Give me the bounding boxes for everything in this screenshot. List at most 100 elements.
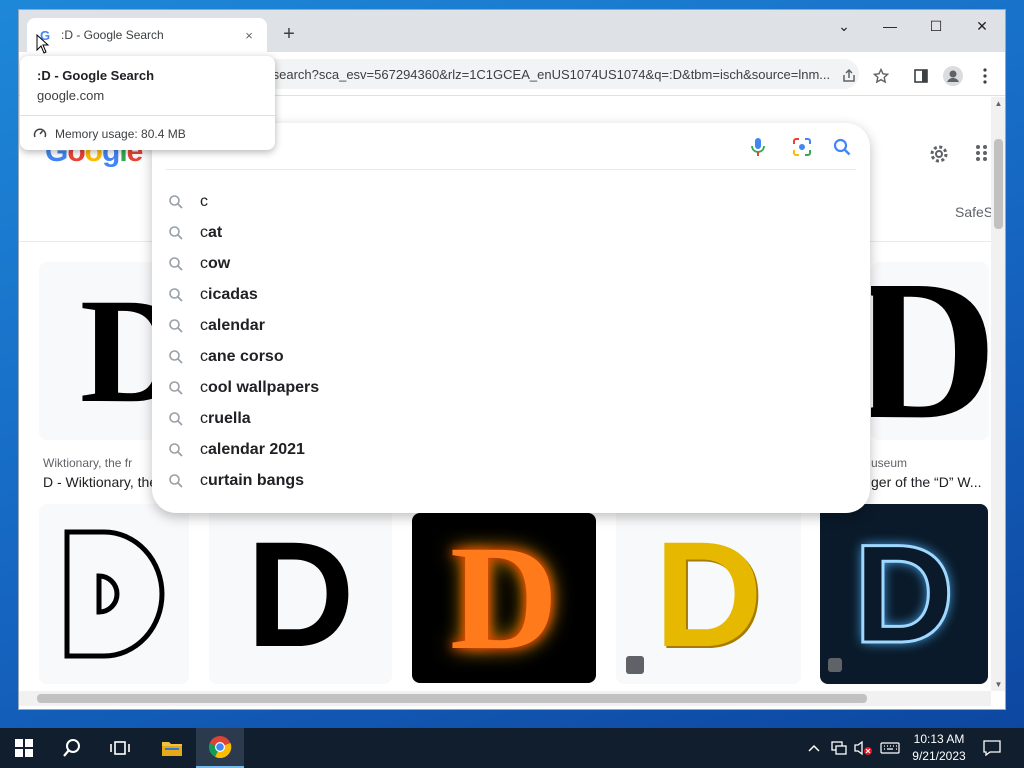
scroll-thumb[interactable] <box>994 139 1003 229</box>
gold-d-image: D <box>654 510 763 678</box>
memory-usage-label: Memory usage: 80.4 MB <box>55 127 186 141</box>
keyboard-icon[interactable] <box>878 728 902 768</box>
search-icon <box>169 349 183 364</box>
search-icon[interactable] <box>830 135 854 159</box>
search-icon <box>169 318 183 333</box>
suggestion-prefix: c <box>200 409 208 427</box>
suggestion-item[interactable]: calendar 2021 <box>152 434 870 465</box>
scroll-up-icon[interactable]: ▲ <box>991 99 1005 108</box>
address-bar[interactable]: /search?sca_esv=567294360&rlz=1C1GCEA_en… <box>199 59 859 89</box>
search-suggestions-dropdown: c c cat cow cicadas calendar cane corso … <box>152 123 870 513</box>
suggestion-item[interactable]: cool wallpapers <box>152 372 870 403</box>
result-title[interactable]: ger of the “D” W... <box>871 474 986 490</box>
search-icon <box>169 473 183 488</box>
scroll-down-icon[interactable]: ▼ <box>991 680 1005 689</box>
scroll-thumb[interactable] <box>37 694 867 703</box>
suggestion-prefix: c <box>200 223 208 241</box>
browser-window: G :D - Google Search × + ⌄ — ☐ ✕ /search… <box>18 9 1006 710</box>
lightning-d-image: D <box>852 515 956 672</box>
folder-icon <box>162 742 182 756</box>
maximize-button[interactable]: ☐ <box>913 10 959 42</box>
taskbar-search-button[interactable] <box>48 728 96 768</box>
letter-d-image: D <box>246 510 355 678</box>
task-view-button[interactable] <box>96 728 144 768</box>
suggestion-completion: ruella <box>208 409 251 427</box>
image-result[interactable]: D <box>209 504 392 684</box>
volume-muted-icon[interactable] <box>852 728 874 768</box>
bookmark-star-icon[interactable] <box>867 62 895 90</box>
image-result[interactable]: D <box>871 262 989 440</box>
image-result[interactable]: D <box>820 504 988 684</box>
taskbar: 10:13 AM 9/21/2023 <box>0 728 1024 768</box>
file-explorer-button[interactable] <box>148 728 196 768</box>
vertical-scrollbar[interactable]: ▲ ▼ <box>991 97 1005 691</box>
suggestion-completion: ane corso <box>208 347 284 365</box>
task-view-icon <box>110 741 130 755</box>
gear-icon[interactable] <box>927 143 951 167</box>
outlined-d-image <box>64 529 165 659</box>
horizontal-scrollbar[interactable] <box>19 691 991 706</box>
show-hidden-icons-chevron-icon[interactable] <box>804 728 824 768</box>
google-lens-icon[interactable] <box>790 135 814 159</box>
clock-date: 9/21/2023 <box>912 749 966 763</box>
suggestion-completion: alendar <box>208 316 265 334</box>
apps-grid-icon[interactable] <box>975 143 991 167</box>
suggestion-prefix: c <box>200 316 208 334</box>
start-button[interactable] <box>0 728 48 768</box>
suggestion-prefix: c <box>200 285 208 303</box>
chrome-taskbar-button[interactable] <box>196 728 244 768</box>
taskbar-clock[interactable]: 10:13 AM 9/21/2023 <box>906 731 972 765</box>
minimize-button[interactable]: — <box>867 10 913 42</box>
tab-google-search[interactable]: G :D - Google Search × <box>27 18 267 52</box>
memory-gauge-icon <box>33 128 47 138</box>
tab-hover-card: :D - Google Search google.com Memory usa… <box>20 56 275 150</box>
fire-d-image: D <box>449 515 559 681</box>
hover-card-domain: google.com <box>37 88 105 103</box>
suggestion-item[interactable]: c <box>152 186 870 217</box>
network-icon[interactable] <box>828 728 850 768</box>
search-icon <box>169 442 183 457</box>
suggestion-completion: urtain bangs <box>208 471 305 489</box>
letter-d-image: D <box>871 262 989 440</box>
suggestion-item[interactable]: cane corso <box>152 341 870 372</box>
search-icon <box>169 194 183 209</box>
browser-menu-icon[interactable] <box>971 62 999 90</box>
windows-logo-icon <box>15 739 33 757</box>
suggestion-prefix: c <box>200 440 208 458</box>
suggestion-item[interactable]: cicadas <box>152 279 870 310</box>
suggestion-item[interactable]: calendar <box>152 310 870 341</box>
suggestion-item[interactable]: cow <box>152 248 870 279</box>
tab-search-dropdown-icon[interactable]: ⌄ <box>821 10 867 42</box>
suggestion-prefix: c <box>200 192 208 210</box>
search-icon <box>169 380 183 395</box>
suggestion-item[interactable]: cat <box>152 217 870 248</box>
suggestion-completion: at <box>208 223 223 241</box>
suggestion-item[interactable]: curtain bangs <box>152 465 870 496</box>
search-divider <box>166 169 856 170</box>
search-icon <box>169 287 183 302</box>
tab-strip: G :D - Google Search × + ⌄ — ☐ ✕ <box>19 10 1005 52</box>
safesearch-button[interactable]: SafeS <box>955 204 991 220</box>
tab-close-icon[interactable]: × <box>241 28 257 43</box>
search-icon <box>169 411 183 426</box>
side-panel-icon[interactable] <box>907 62 935 90</box>
search-icon <box>169 256 183 271</box>
image-badge-icon <box>626 656 644 674</box>
suggestion-completion: ow <box>208 254 231 272</box>
suggestion-item[interactable]: cruella <box>152 403 870 434</box>
suggestion-completion: ool wallpapers <box>208 378 320 396</box>
profile-avatar-icon[interactable] <box>939 62 967 90</box>
microphone-icon[interactable] <box>746 135 770 159</box>
result-source[interactable]: useum <box>871 456 986 470</box>
image-result[interactable]: D <box>412 513 596 683</box>
image-result[interactable]: D <box>616 504 801 684</box>
share-icon[interactable] <box>835 62 863 90</box>
new-tab-button[interactable]: + <box>277 22 301 46</box>
notification-center-icon[interactable] <box>978 728 1006 768</box>
hover-card-title: :D - Google Search <box>37 68 155 83</box>
close-window-button[interactable]: ✕ <box>959 10 1005 42</box>
image-result[interactable] <box>39 504 189 684</box>
mouse-cursor-icon <box>36 34 50 54</box>
suggestion-completion: alendar 2021 <box>208 440 305 458</box>
hover-card-divider <box>20 115 275 116</box>
